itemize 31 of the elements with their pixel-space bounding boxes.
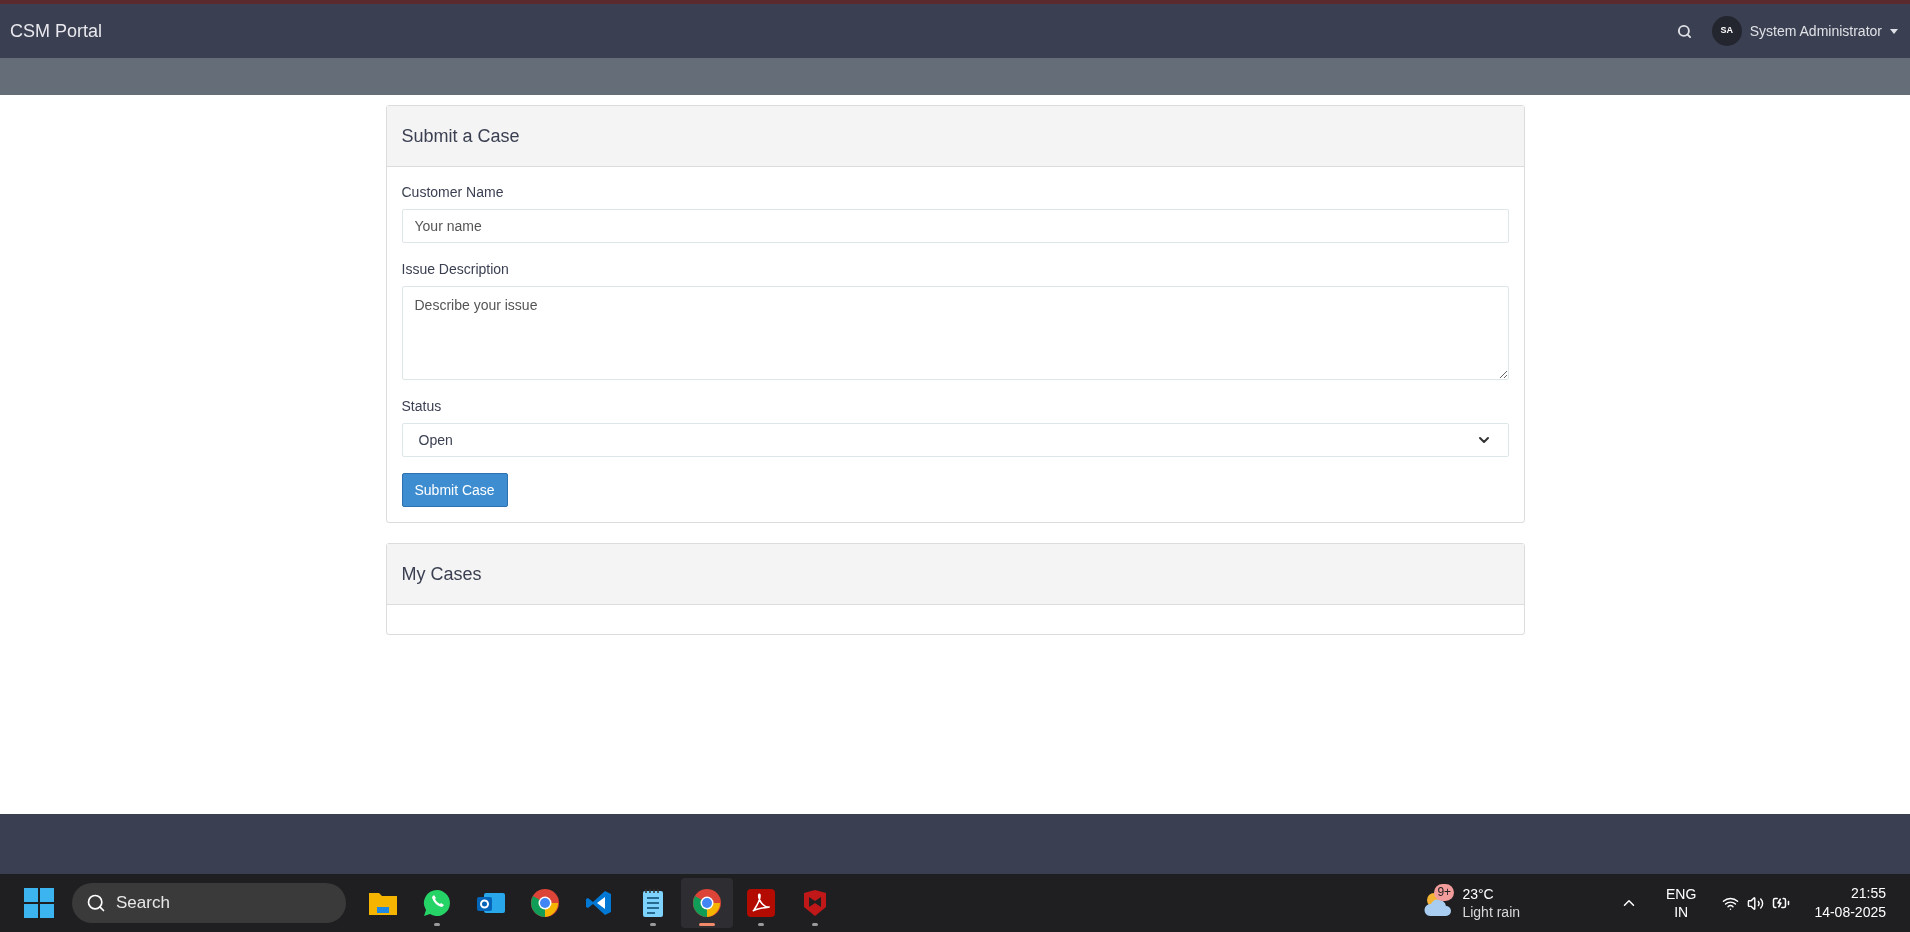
- text-area-field[interactable]: Describe your issue: [401, 286, 1509, 380]
- select-field[interactable]: Open: [401, 423, 1509, 457]
- user-avatar[interactable]: SA: [1711, 16, 1742, 46]
- windows-start-icon[interactable]: [24, 888, 54, 918]
- brand-title[interactable]: CSM Portal: [10, 17, 103, 45]
- card-title: My Cases: [401, 562, 482, 586]
- code-editor-icon: [585, 889, 613, 917]
- search-icon: [86, 893, 106, 913]
- field-label: Customer Name: [401, 183, 505, 202]
- notepad-icon: [641, 888, 665, 918]
- browser-icon: [692, 888, 722, 918]
- taskbar-app-button[interactable]: [681, 878, 733, 928]
- language-indicator[interactable]: ENG IN: [1666, 885, 1697, 921]
- notification-badge: 9+: [1434, 884, 1455, 901]
- field-label: Status: [401, 397, 443, 416]
- card-title: Submit a Case: [401, 124, 520, 148]
- clock[interactable]: 21:55 14-08-2025: [1814, 884, 1886, 922]
- weather-condition: Light rain: [1462, 903, 1521, 921]
- field-label: Issue Description: [401, 260, 510, 279]
- taskbar-search-field[interactable]: Search: [72, 883, 346, 923]
- pdf-icon: [747, 889, 775, 917]
- search-icon[interactable]: [1676, 23, 1692, 39]
- submit-case-button[interactable]: Submit Case: [401, 473, 508, 507]
- user-name[interactable]: System Administrator: [1749, 20, 1882, 42]
- browser-icon: [530, 888, 560, 918]
- text-input-field[interactable]: Your name: [401, 209, 1509, 243]
- chat-bubble-icon: [422, 888, 452, 918]
- speaker-icon[interactable]: [1747, 894, 1765, 912]
- temperature-text: 23°C: [1462, 885, 1495, 903]
- shield-icon: [802, 889, 828, 917]
- caret-icon: [1890, 28, 1898, 34]
